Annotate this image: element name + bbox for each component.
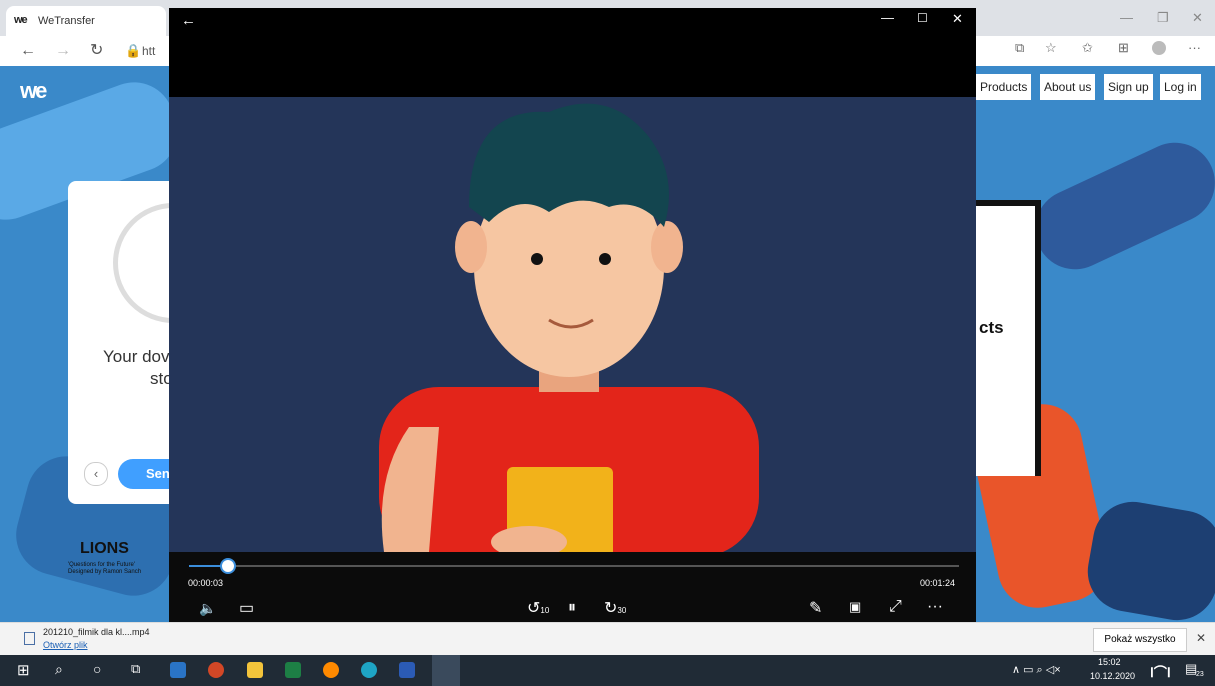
cartoon-boy-image <box>169 97 976 552</box>
star-icon[interactable]: ☆ <box>1045 40 1057 56</box>
player-maximize-icon[interactable]: ☐ <box>917 11 928 25</box>
bg-hand-shape <box>1021 129 1215 283</box>
maximize-icon[interactable]: ❐ <box>1157 10 1169 26</box>
collections-icon[interactable]: ⊞ <box>1118 40 1129 56</box>
tray-icons[interactable]: ∧ ▭ ⌕ ◁× <box>1012 663 1061 677</box>
forward-icon[interactable]: → <box>55 42 71 60</box>
mini-view-icon[interactable]: ▣ <box>849 599 861 615</box>
lions-logo: LIONS <box>80 540 129 557</box>
wetransfer-logo[interactable]: we <box>20 78 47 104</box>
more-options-icon[interactable]: ··· <box>927 598 943 616</box>
profile-icon[interactable] <box>1152 41 1166 55</box>
video-frame[interactable] <box>169 97 976 552</box>
seek-bar-track[interactable] <box>189 565 959 567</box>
translate-icon[interactable]: ⧉ <box>1015 40 1024 56</box>
refresh-icon[interactable]: ↻ <box>90 42 103 60</box>
favorites-icon[interactable]: ✩ <box>1082 40 1093 56</box>
download-filename[interactable]: 201210_filmik dla kl....mp4 <box>43 627 150 637</box>
total-time: 00:01:24 <box>920 578 956 588</box>
promo-panel: cts <box>975 200 1041 476</box>
download-shelf: 201210_filmik dla kl....mp4 Otwórz plik … <box>0 622 1215 656</box>
word-icon[interactable] <box>399 662 415 678</box>
lions-caption-2: Designed by Ramon Sanch <box>68 569 142 575</box>
cortana-icon[interactable]: ○ <box>93 661 101 677</box>
task-view-icon[interactable]: ⧉ <box>131 661 140 677</box>
firefox-icon[interactable] <box>323 662 339 678</box>
powerpoint-icon[interactable] <box>208 662 224 678</box>
browser-tab[interactable]: we WeTransfer <box>6 6 166 36</box>
back-icon[interactable]: ← <box>20 42 36 60</box>
edge-icon[interactable] <box>361 662 377 678</box>
tab-title: WeTransfer <box>38 15 95 27</box>
chevron-left-icon[interactable]: ‹ <box>84 462 108 486</box>
card-text-line1: Your dov <box>103 347 170 366</box>
bg-hand-shape <box>1081 495 1215 622</box>
outlook-icon[interactable] <box>170 662 186 678</box>
show-all-button[interactable]: Pokaż wszystko <box>1093 628 1187 652</box>
open-file-link[interactable]: Otwórz plik <box>43 640 88 650</box>
current-time: 00:00:03 <box>188 578 224 588</box>
nav-log-in[interactable]: Log in <box>1160 74 1201 100</box>
search-icon[interactable]: ⌕ <box>55 661 63 678</box>
clock-time[interactable]: 15:02 <box>1098 657 1121 667</box>
seek-handle[interactable] <box>219 558 236 574</box>
file-icon <box>24 632 35 645</box>
excel-icon[interactable] <box>285 662 301 678</box>
pause-icon[interactable]: ⏸ <box>568 599 576 617</box>
player-minimize-icon[interactable]: — <box>881 10 894 25</box>
nav-about-us[interactable]: About us <box>1040 74 1096 100</box>
app-tray-icon[interactable]: Ⅰ⌒Ⅰ <box>1150 662 1171 681</box>
minimize-icon[interactable]: — <box>1120 10 1133 25</box>
lock-icon: 🔒 <box>125 43 142 58</box>
volume-icon[interactable]: 🔈 <box>199 600 216 617</box>
subtitles-icon[interactable]: ▭ <box>239 598 254 618</box>
notification-count: 23 <box>1196 671 1204 678</box>
windows-start-icon[interactable]: ⊞ <box>17 661 30 679</box>
close-shelf-icon[interactable]: ✕ <box>1196 631 1206 645</box>
forward-30-icon[interactable]: ↻30 <box>604 598 626 618</box>
nav-products[interactable]: Products <box>976 74 1032 100</box>
forward-label: 30 <box>617 606 627 615</box>
rewind-label: 10 <box>540 606 550 615</box>
windows-taskbar: ⊞ ⌕ ○ ⧉ ∧ ▭ ⌕ ◁× 15:02 10.12.2020 Ⅰ⌒Ⅰ ▤ … <box>0 655 1215 686</box>
wetransfer-tab-logo: we <box>14 14 28 26</box>
clock-date[interactable]: 10.12.2020 <box>1090 671 1135 681</box>
back-arrow-icon[interactable]: ← <box>181 12 196 29</box>
nav-sign-up[interactable]: Sign up <box>1104 74 1153 100</box>
rewind-10-icon[interactable]: ↺10 <box>527 598 549 618</box>
lions-caption-1: 'Questions for the Future' <box>68 562 135 568</box>
movies-app-icon[interactable] <box>432 655 460 686</box>
more-icon[interactable]: ··· <box>1188 40 1201 55</box>
promo-text: cts <box>979 318 1004 337</box>
edit-pencil-icon[interactable]: ✎ <box>809 598 822 618</box>
close-icon[interactable]: ✕ <box>1192 10 1203 26</box>
file-explorer-icon[interactable] <box>247 662 263 678</box>
fullscreen-icon[interactable]: ⤢ <box>889 598 902 616</box>
player-close-icon[interactable]: ✕ <box>952 11 963 27</box>
